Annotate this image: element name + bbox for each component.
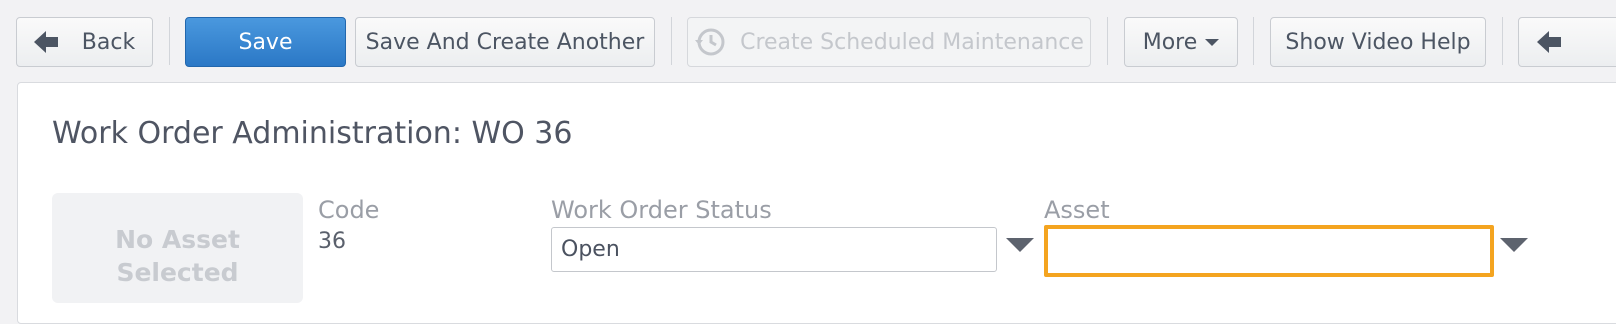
save-and-create-another-button[interactable]: Save And Create Another	[355, 17, 655, 67]
save-button-label: Save	[238, 29, 293, 55]
back-arrow-icon	[1537, 31, 1563, 53]
more-dropdown-button[interactable]: More	[1124, 17, 1238, 67]
show-video-help-button[interactable]: Show Video Help	[1270, 17, 1486, 67]
create-scheduled-maintenance-label: Create Scheduled Maintenance	[740, 29, 1084, 55]
no-asset-text: No Asset Selected	[115, 225, 240, 287]
work-order-status-label: Work Order Status	[551, 196, 772, 224]
toolbar-divider	[671, 17, 672, 65]
work-order-status-select[interactable]: Open	[551, 227, 997, 272]
back-button-label: Back	[81, 29, 136, 55]
toolbar-divider	[1502, 17, 1503, 65]
show-video-help-label: Show Video Help	[1285, 29, 1471, 55]
back-arrow-icon	[33, 31, 60, 53]
asset-label: Asset	[1044, 196, 1110, 224]
save-and-create-another-label: Save And Create Another	[365, 29, 645, 55]
save-button[interactable]: Save	[185, 17, 346, 67]
caret-down-icon	[1205, 38, 1220, 46]
toolbar: Back Save Save And Create Another Create…	[0, 0, 1616, 84]
no-asset-image-placeholder: No Asset Selected	[52, 193, 303, 303]
previous-record-button[interactable]	[1518, 17, 1616, 67]
create-scheduled-maintenance-button[interactable]: Create Scheduled Maintenance	[687, 17, 1091, 67]
code-label: Code	[318, 196, 380, 224]
toolbar-divider	[1107, 17, 1108, 65]
toolbar-divider	[169, 17, 170, 65]
work-order-status-value: Open	[561, 237, 620, 262]
code-value: 36	[318, 229, 346, 254]
back-button[interactable]: Back	[16, 17, 153, 67]
history-clock-icon	[694, 26, 726, 58]
toolbar-divider	[1253, 17, 1254, 65]
asset-select-input[interactable]	[1044, 225, 1494, 277]
status-dropdown-arrow-icon[interactable]	[1006, 238, 1034, 252]
page-title: Work Order Administration: WO 36	[52, 116, 573, 151]
more-button-label: More	[1142, 29, 1198, 55]
asset-dropdown-arrow-icon[interactable]	[1500, 238, 1528, 252]
